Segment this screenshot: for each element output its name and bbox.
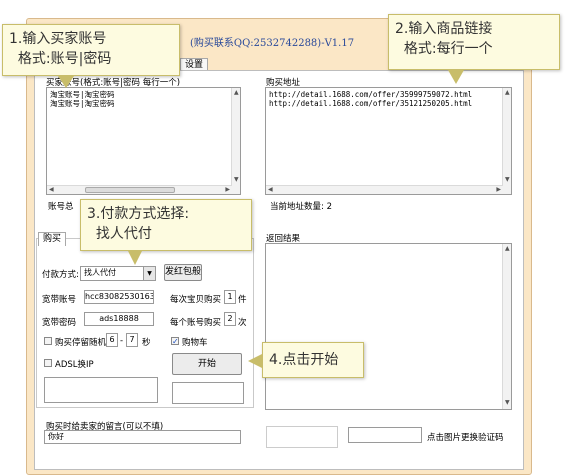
scroll-up-icon[interactable]: ▲ [234,89,239,97]
accounts-hscroll[interactable]: ◀ ▶ [47,185,232,194]
per-item-unit: 件 [238,295,247,305]
per-item-input[interactable]: 1 [224,290,236,304]
accounts-text: 淘宝账号|淘宝密码 淘宝账号|淘宝密码 [50,90,115,108]
broadband-account-label: 宽带账号 [42,295,77,305]
refresh-captcha-link[interactable]: 点击图片更换验证码 [427,431,504,443]
callout-step-1: 1.输入买家账号 格式:账号|密码 [2,24,180,76]
scroll-right-icon[interactable]: ▶ [496,186,501,194]
payment-select[interactable]: 找人代付 ▼ [80,266,156,281]
cart-label: 购物车 [182,338,208,348]
verify-code-input[interactable] [348,427,422,443]
message-input[interactable]: 你好 [44,430,241,444]
scroll-down-icon[interactable]: ▼ [505,176,510,184]
results-textarea[interactable]: ▲ ▼ [265,243,512,410]
per-account-unit: 次 [238,318,247,328]
scroll-up-icon[interactable]: ▲ [505,89,510,97]
results-vscroll[interactable]: ▲ ▼ [502,244,511,409]
tab-purchase[interactable]: 购买 [38,232,67,246]
payment-value: 找人代付 [84,268,116,277]
callout-3-pointer [128,251,142,265]
callout-step-4: 4.点击开始 [262,342,364,378]
callout-2-pointer [448,70,464,84]
adsl-checkbox[interactable] [44,359,52,367]
callout-step-3: 3.付款方式选择: 找人代付 [80,199,252,251]
broadband-password-input[interactable]: ads18888 [84,312,154,326]
scroll-up-icon[interactable]: ▲ [505,245,510,253]
callout-4-pointer [248,354,262,368]
payment-label: 付款方式: [42,270,79,280]
captcha-input[interactable] [172,382,244,404]
broadband-password-label: 宽带密码 [42,318,77,328]
urls-hscroll[interactable]: ◀ ▶ [266,185,503,194]
per-account-input[interactable]: 2 [224,312,236,326]
pause-checkbox[interactable] [44,337,52,345]
per-account-label: 每个账号购买 [170,318,222,328]
urls-text: http://detail.1688.com/offer/35999759072… [269,90,473,108]
callout-step-2: 2.输入商品链接 格式:每行一个 [388,14,560,70]
red-packet-button[interactable]: 发红包般 [164,264,202,281]
accounts-textarea[interactable]: 淘宝账号|淘宝密码 淘宝账号|淘宝密码 ▲ ▼ ◀ ▶ [46,87,241,195]
pause-dash: - [120,336,124,346]
scroll-down-icon[interactable]: ▼ [505,399,510,407]
scroll-thumb[interactable] [85,187,175,193]
scroll-left-icon[interactable]: ◀ [49,186,54,194]
broadband-account-input[interactable]: hcc83082530163 [84,290,154,304]
window-title: (购买联系QQ:2532742288)-V1.17 [190,38,355,49]
captcha-image[interactable] [266,426,338,448]
pause-max-input[interactable]: 7 [126,333,138,347]
scroll-right-icon[interactable]: ▶ [225,186,230,194]
pause-min-input[interactable]: 6 [106,333,118,347]
callout-1-pointer [58,76,74,88]
pause-unit: 秒 [142,338,151,348]
scroll-down-icon[interactable]: ▼ [234,176,239,184]
scroll-left-icon[interactable]: ◀ [268,186,273,194]
chevron-down-icon[interactable]: ▼ [143,267,155,280]
accounts-count-label: 账号总 [48,202,74,212]
adsl-label: ADSL换IP [55,360,94,370]
pause-label: 购买停留随机 [55,338,107,348]
urls-count-label: 当前地址数量: 2 [270,202,332,212]
accounts-vscroll[interactable]: ▲ ▼ [231,88,240,194]
urls-vscroll[interactable]: ▲ ▼ [502,88,511,194]
start-button[interactable]: 开始 [172,353,242,375]
captcha-image-box[interactable] [44,377,158,403]
cart-checkbox[interactable]: ✓ [171,337,179,346]
per-item-label: 每次宝贝购买 [170,295,222,305]
urls-textarea[interactable]: http://detail.1688.com/offer/35999759072… [265,87,512,195]
urls-count-value: 2 [326,202,332,212]
